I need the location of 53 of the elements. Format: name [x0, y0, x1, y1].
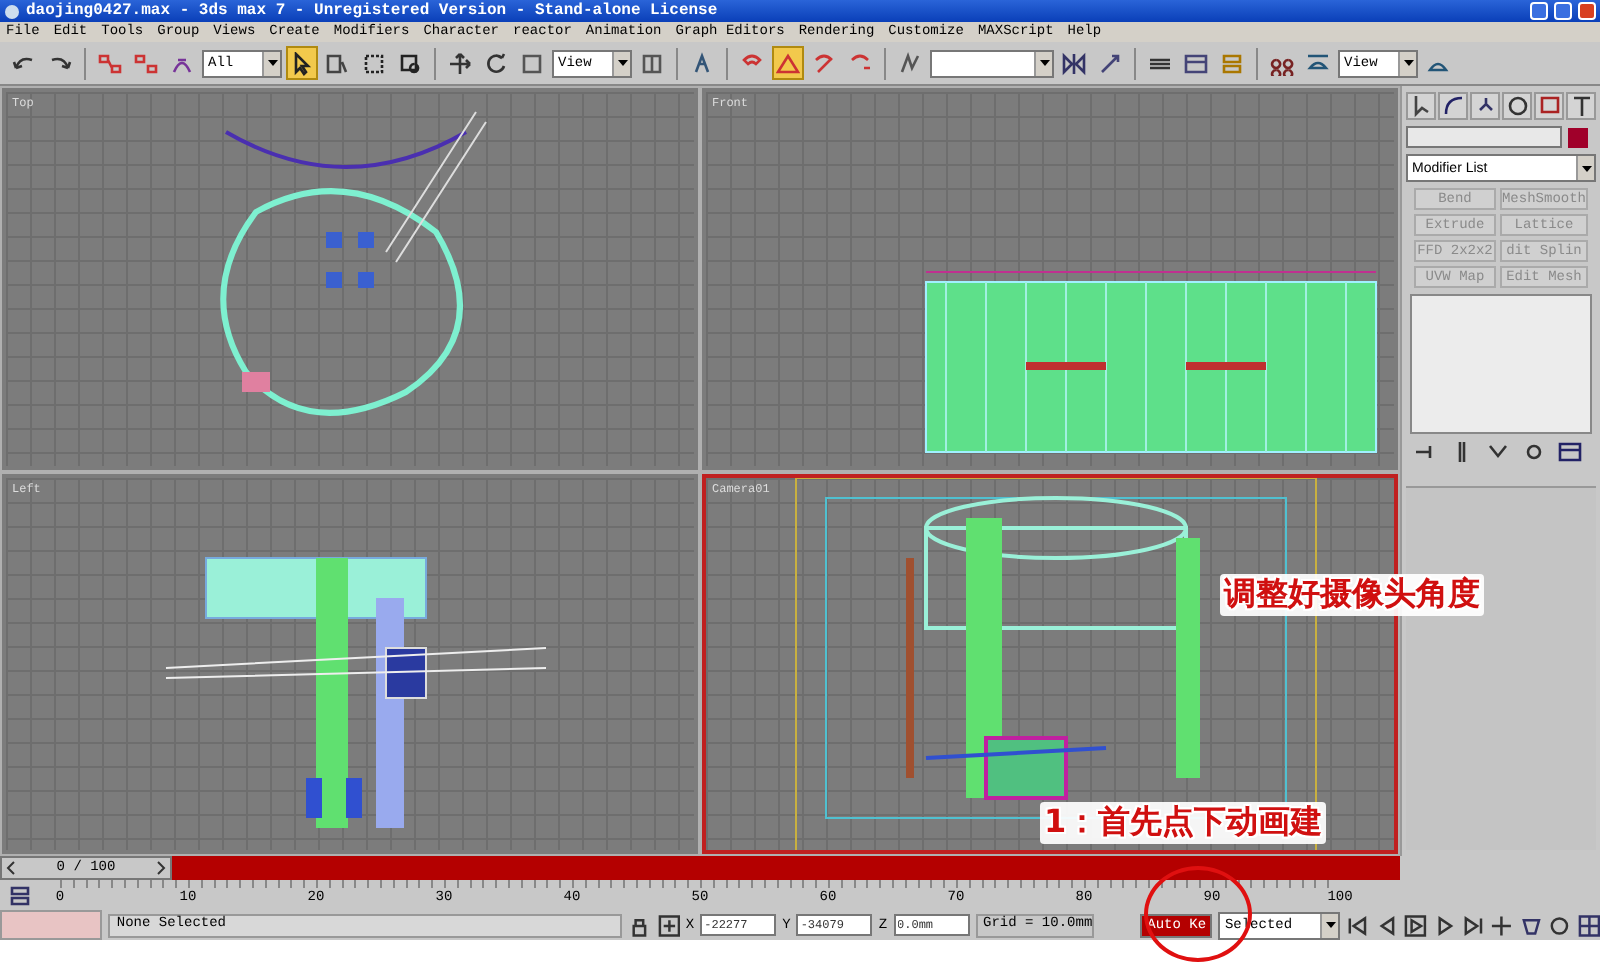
object-color-swatch[interactable] — [1568, 127, 1588, 147]
move-icon[interactable] — [448, 51, 472, 75]
chevron-right-icon[interactable] — [156, 860, 166, 876]
orbit-icon[interactable] — [1548, 913, 1572, 937]
rotate-icon[interactable] — [484, 51, 508, 75]
motion-icon[interactable] — [1505, 94, 1529, 118]
dropdown-arrow-icon[interactable] — [617, 60, 627, 66]
minimize-button[interactable] — [1530, 2, 1548, 20]
annotation-text: 1：首先点下动画建 — [1040, 802, 1327, 844]
go-to-start-icon[interactable] — [1346, 913, 1370, 937]
play-icon[interactable] — [1404, 913, 1428, 937]
dropdown-arrow-icon[interactable] — [1325, 922, 1336, 928]
named-selection-dropdown[interactable] — [930, 49, 1054, 77]
next-frame-icon[interactable] — [1433, 913, 1457, 937]
maximize-button[interactable] — [1554, 2, 1572, 20]
select-arrow-icon[interactable] — [290, 51, 314, 75]
maximize-viewport-icon[interactable] — [1577, 913, 1600, 937]
select-by-name-icon[interactable] — [326, 51, 350, 75]
annotation-text: 调整好摄像头角度 — [1220, 574, 1484, 616]
dropdown-arrow-icon[interactable] — [267, 60, 277, 66]
pivot-icon[interactable] — [640, 51, 664, 75]
window-crossing-icon[interactable] — [398, 51, 422, 75]
object-name-field[interactable] — [1406, 126, 1562, 148]
walk-through-icon[interactable] — [1519, 913, 1543, 937]
curve-editor-icon[interactable] — [1184, 51, 1208, 75]
curve-icon[interactable] — [1441, 94, 1465, 118]
scale-icon[interactable] — [520, 51, 544, 75]
display-icon[interactable] — [1537, 94, 1561, 118]
pan-icon[interactable] — [1490, 913, 1514, 937]
region-select-icon[interactable] — [362, 51, 386, 75]
unlink-icon[interactable] — [134, 51, 158, 75]
spinner-snap-icon[interactable] — [848, 51, 872, 75]
absolute-mode-icon[interactable] — [657, 913, 680, 937]
previous-frame-icon[interactable] — [1375, 913, 1399, 937]
remove-modifier-icon[interactable] — [1522, 440, 1546, 464]
manipulate-icon[interactable] — [690, 51, 714, 75]
dropdown-arrow-icon[interactable] — [1581, 165, 1591, 171]
app-icon — [4, 3, 20, 19]
render-scene-icon[interactable] — [1306, 51, 1330, 75]
go-to-end-icon[interactable] — [1462, 913, 1485, 937]
dropdown-arrow-icon[interactable] — [1403, 60, 1413, 66]
lock-icon[interactable] — [628, 913, 652, 937]
chevron-left-icon[interactable] — [6, 860, 16, 876]
angle-snap-icon[interactable] — [776, 51, 800, 75]
close-button[interactable] — [1578, 2, 1596, 20]
link-icon[interactable] — [98, 51, 122, 75]
dropdown-arrow-icon[interactable] — [1039, 60, 1049, 66]
percent-snap-icon[interactable] — [812, 51, 836, 75]
mirror-icon[interactable] — [1062, 51, 1086, 75]
align-icon[interactable] — [1098, 51, 1122, 75]
cursor-icon[interactable] — [1409, 94, 1433, 118]
window-title: daojing0427.max - 3ds max 7 - Unregistered Version - Stand-alone License — [26, 2, 720, 20]
configure-sets-icon[interactable] — [1558, 440, 1582, 464]
